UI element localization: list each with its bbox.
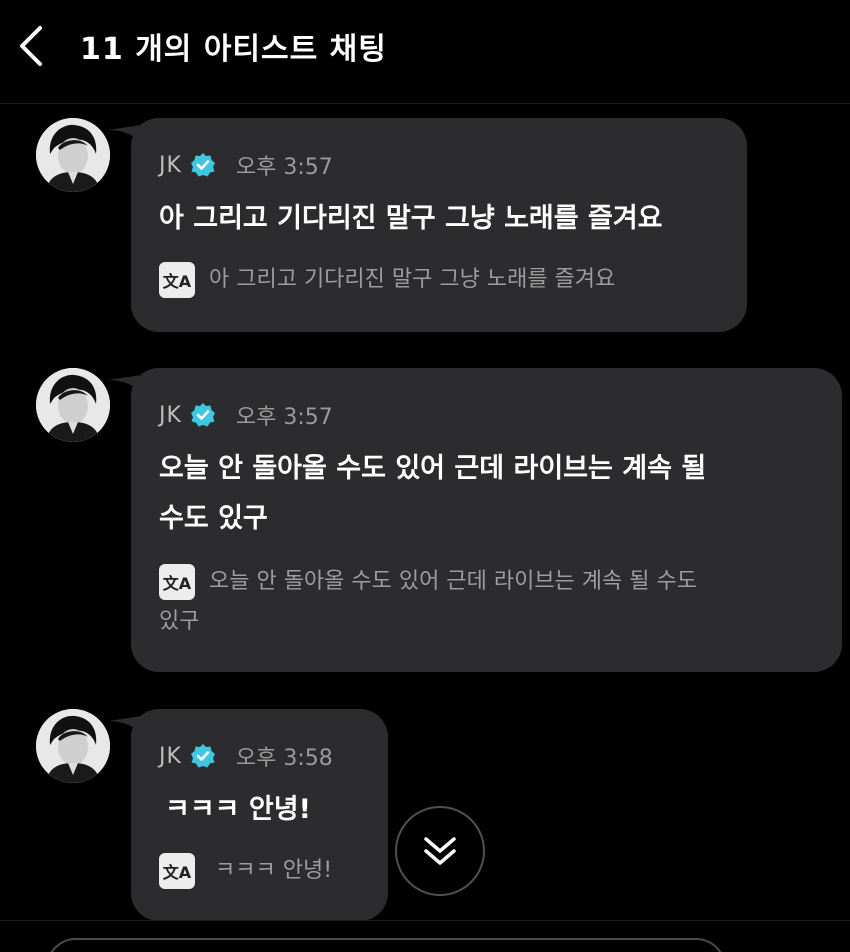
artist-avatar[interactable] [36, 368, 110, 442]
artist-avatar[interactable] [36, 118, 110, 192]
divider [0, 920, 850, 921]
message-bubble[interactable]: JK 오후 3:57 아 그리고 기다리진 말구 그냥 노래를 즐겨요 文A 아… [131, 118, 747, 332]
translation-text: 아 그리고 기다리진 말구 그냥 노래를 즐겨요 [209, 267, 616, 292]
sender-name: JK [159, 402, 182, 428]
verified-badge-icon [190, 744, 215, 768]
artist-avatar[interactable] [36, 709, 110, 783]
message-time: 오후 3:58 [235, 746, 333, 771]
scroll-to-bottom-button[interactable] [395, 806, 485, 896]
back-button[interactable] [10, 20, 50, 72]
message-text-line: 오늘 안 돌아올 수도 있어 근데 라이브는 계속 될 [159, 453, 707, 484]
message-text: ㅋㅋㅋ 안녕! [165, 794, 311, 825]
translation-text-line: 있구 [159, 609, 200, 634]
sender-name: JK [159, 743, 182, 769]
message-time: 오후 3:57 [235, 405, 333, 430]
verified-badge-icon [190, 153, 215, 177]
message-input[interactable] [46, 938, 726, 952]
message-meta: JK 오후 3:57 [159, 400, 333, 431]
sender-name: JK [159, 152, 182, 178]
translate-icon[interactable]: 文A [159, 262, 195, 298]
message-bubble[interactable]: JK 오후 3:57 오늘 안 돌아올 수도 있어 근데 라이브는 계속 될 수… [131, 368, 842, 672]
translate-icon[interactable]: 文A [159, 853, 195, 889]
message-bubble[interactable]: JK 오후 3:58 ㅋㅋㅋ 안녕! 文A ㅋㅋㅋ 안녕! [131, 709, 388, 921]
message-text-line: 수도 있구 [159, 503, 268, 534]
message-time: 오후 3:57 [235, 155, 333, 180]
translation-text-line: 오늘 안 돌아올 수도 있어 근데 라이브는 계속 될 수도 [209, 569, 697, 594]
translation-text: ㅋㅋㅋ 안녕! [215, 858, 333, 883]
message-text: 아 그리고 기다리진 말구 그냥 노래를 즐겨요 [159, 203, 663, 234]
double-chevron-down-icon [424, 837, 456, 865]
translate-icon[interactable]: 文A [159, 564, 195, 600]
message-meta: JK 오후 3:58 [159, 741, 333, 772]
chevron-left-icon [20, 26, 42, 66]
chat-title: 11 개의 아티스트 채팅 [80, 32, 387, 67]
verified-badge-icon [190, 403, 215, 427]
chat-header: 11 개의 아티스트 채팅 [0, 0, 850, 104]
message-meta: JK 오후 3:57 [159, 150, 333, 181]
